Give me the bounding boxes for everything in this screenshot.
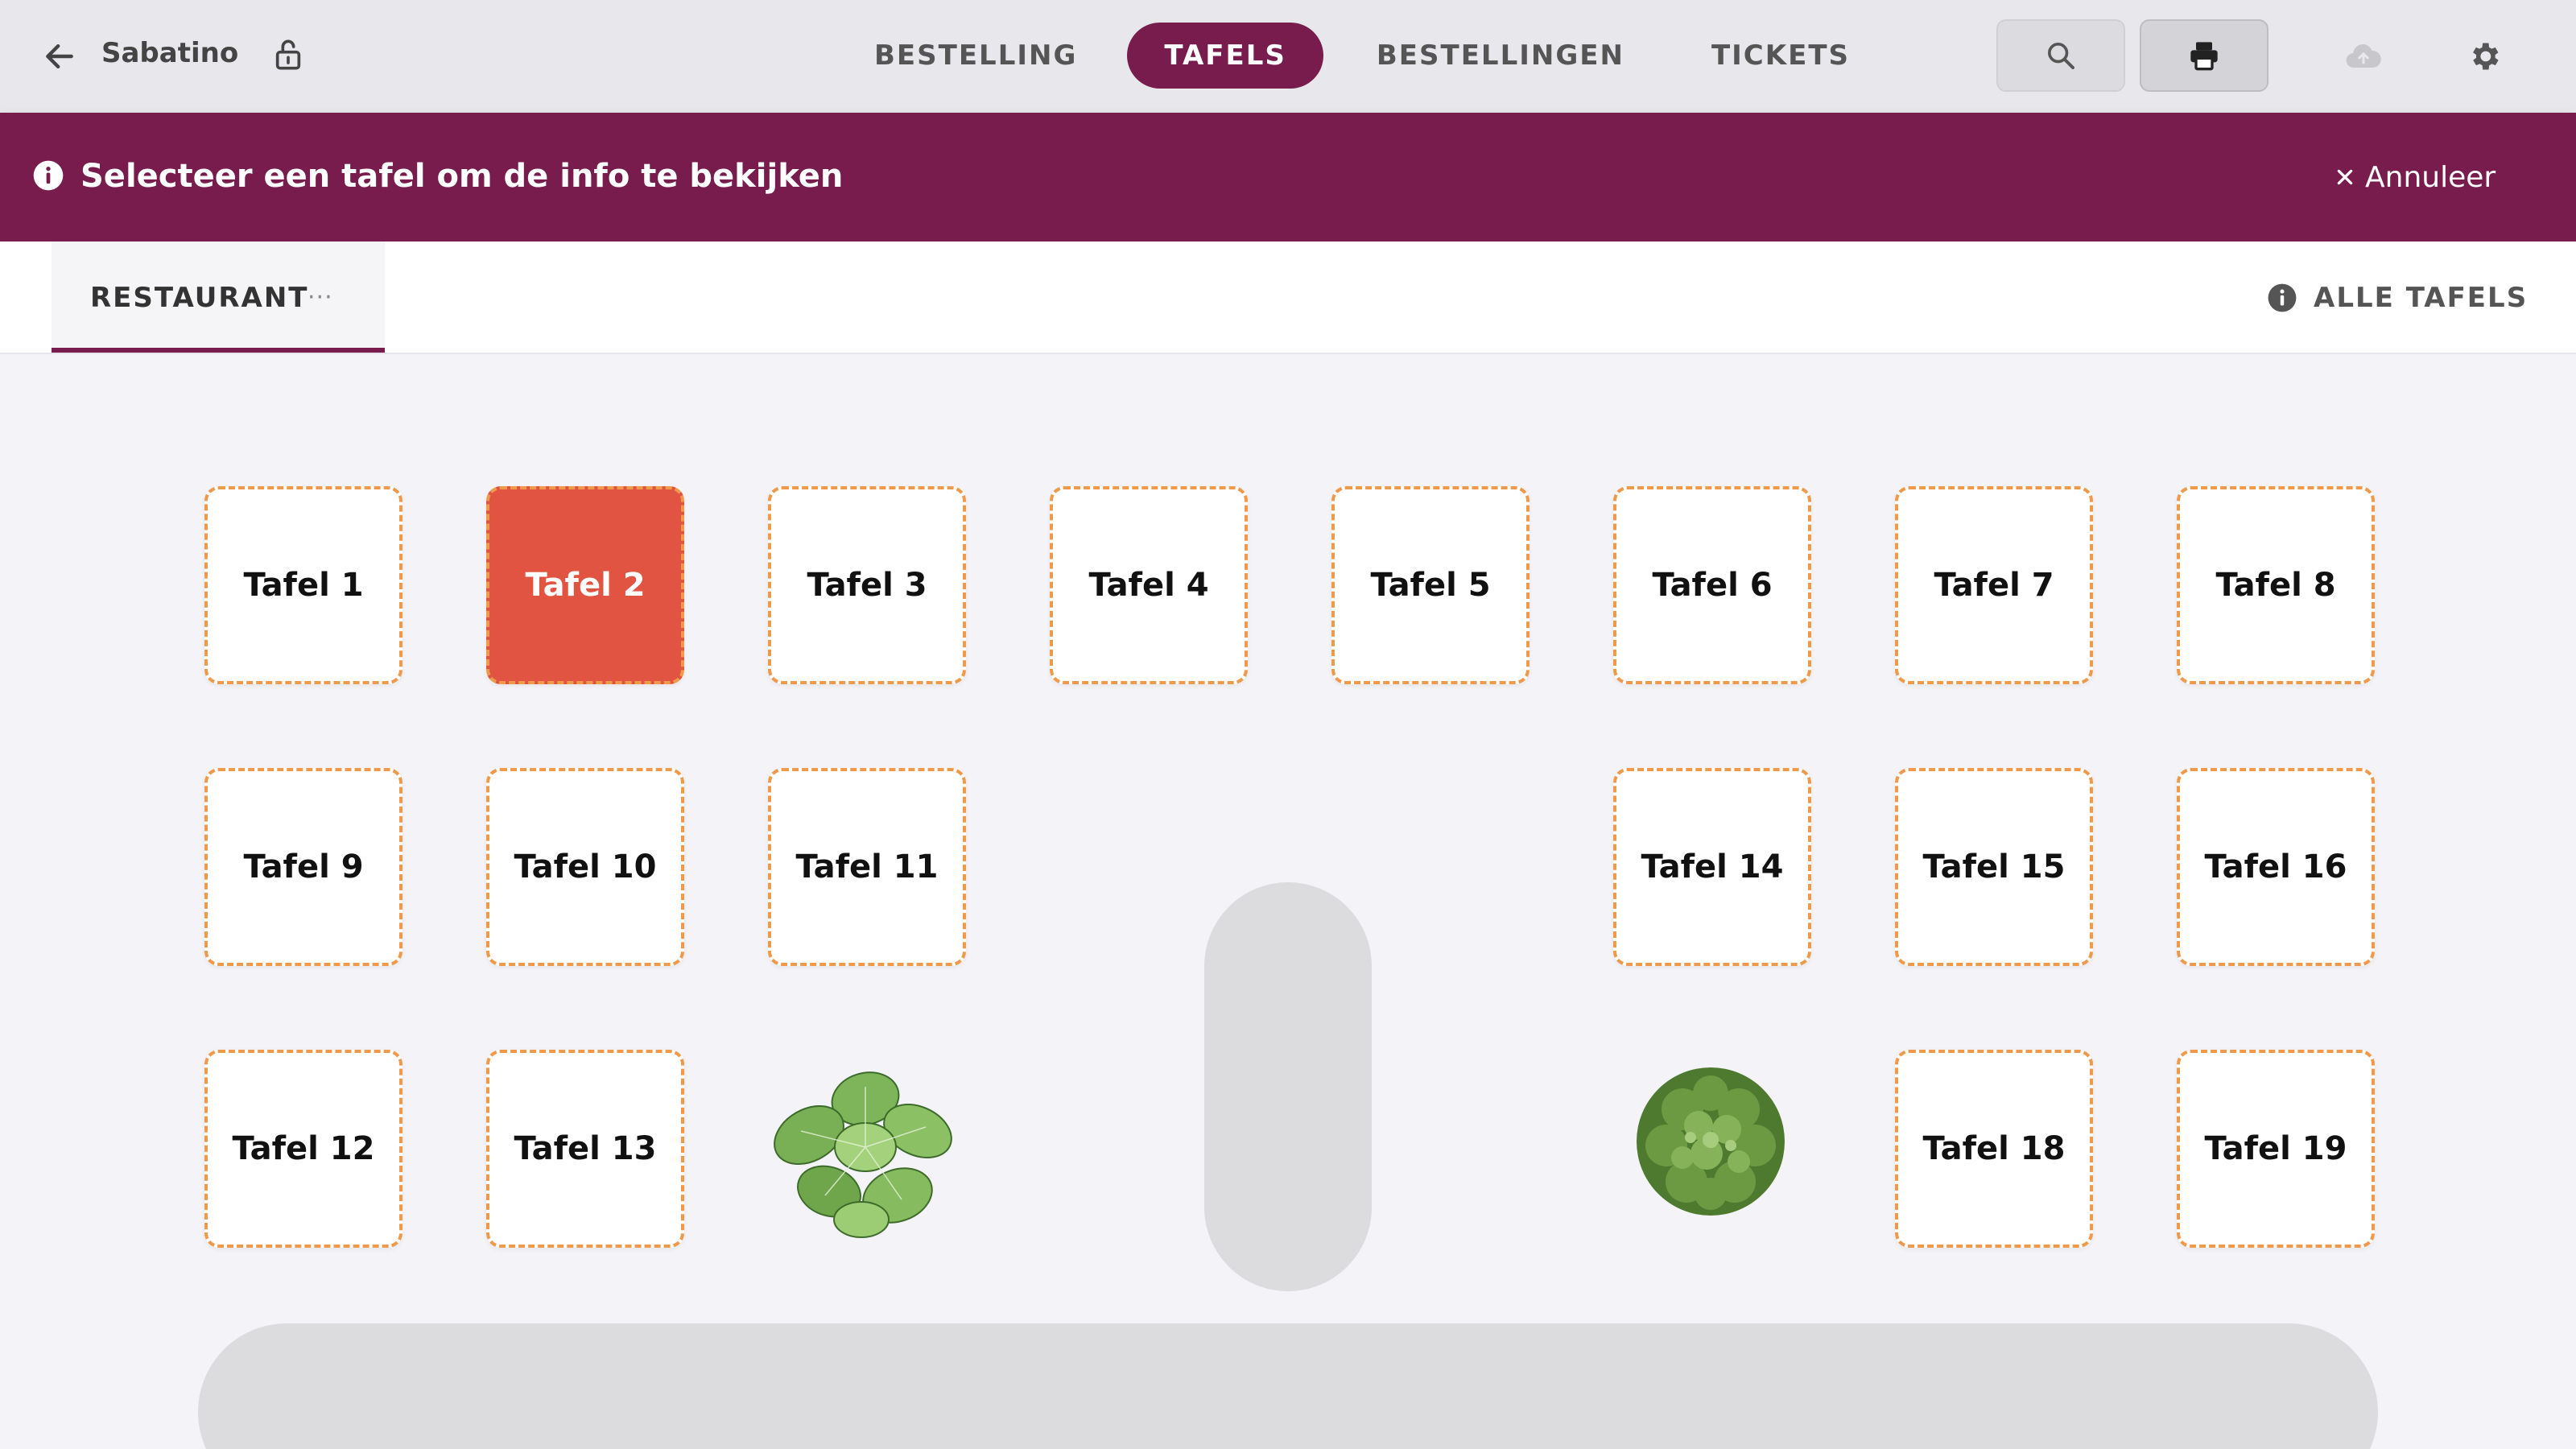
lock-icon[interactable] <box>272 37 304 72</box>
table-tafel-16[interactable]: Tafel 16 <box>2177 768 2375 966</box>
table-tafel-5[interactable]: Tafel 5 <box>1331 486 1530 684</box>
room-bar <box>0 242 2576 354</box>
tab-tafels[interactable]: TAFELS <box>1127 23 1323 89</box>
table-tafel-12[interactable]: Tafel 12 <box>204 1050 402 1248</box>
all-tables-button[interactable]: ALLE TAFELS <box>2267 280 2528 316</box>
cancel-label: Annuleer <box>2365 160 2496 194</box>
tab-tickets[interactable]: TICKETS <box>1674 23 1887 89</box>
banner-message: Selecteer een tafel om de info te bekijk… <box>80 158 844 195</box>
table-tafel-6[interactable]: Tafel 6 <box>1613 486 1811 684</box>
all-tables-label: ALLE TAFELS <box>2314 282 2529 314</box>
app-name: Sabatino <box>101 37 239 69</box>
table-tafel-13[interactable]: Tafel 13 <box>486 1050 684 1248</box>
gear-icon[interactable] <box>2467 39 2502 74</box>
more-options-icon[interactable]: ··· <box>308 283 333 312</box>
table-tafel-1[interactable]: Tafel 1 <box>204 486 402 684</box>
table-tafel-3[interactable]: Tafel 3 <box>768 486 966 684</box>
plant-leafy-icon <box>774 1071 952 1238</box>
search-icon <box>2048 43 2074 69</box>
table-tafel-4[interactable]: Tafel 4 <box>1050 486 1248 684</box>
table-tafel-9[interactable]: Tafel 9 <box>204 768 402 966</box>
printer-icon <box>2190 42 2218 71</box>
cancel-button[interactable]: Annuleer <box>2334 159 2496 195</box>
table-tafel-2[interactable]: Tafel 2 <box>486 486 684 684</box>
print-button[interactable] <box>2140 19 2268 92</box>
bar-counter <box>198 1323 2378 1449</box>
search-button[interactable] <box>1996 19 2125 92</box>
tab-bestelling[interactable]: BESTELLING <box>837 23 1114 89</box>
room-label: RESTAURANT <box>90 282 309 314</box>
cloud-sync-button[interactable] <box>2339 35 2388 76</box>
table-tafel-15[interactable]: Tafel 15 <box>1895 768 2093 966</box>
tab-bestellingen[interactable]: BESTELLINGEN <box>1340 23 1662 89</box>
table-tafel-8[interactable]: Tafel 8 <box>2177 486 2375 684</box>
cloud-icon <box>2346 44 2381 68</box>
table-tafel-11[interactable]: Tafel 11 <box>768 768 966 966</box>
main-nav: BESTELLING TAFELS BESTELLINGEN TICKETS <box>837 23 1887 89</box>
table-tafel-14[interactable]: Tafel 14 <box>1613 768 1811 966</box>
plant-bush-icon <box>1637 1067 1785 1216</box>
close-icon <box>2337 169 2353 185</box>
table-tafel-7[interactable]: Tafel 7 <box>1895 486 2093 684</box>
info-icon <box>2268 283 2297 312</box>
table-tafel-19[interactable]: Tafel 19 <box>2177 1050 2375 1248</box>
table-tafel-18[interactable]: Tafel 18 <box>1895 1050 2093 1248</box>
table-tafel-10[interactable]: Tafel 10 <box>486 768 684 966</box>
back-arrow-icon[interactable] <box>42 39 77 74</box>
pillar-decor <box>1204 882 1372 1291</box>
info-icon <box>33 160 64 191</box>
